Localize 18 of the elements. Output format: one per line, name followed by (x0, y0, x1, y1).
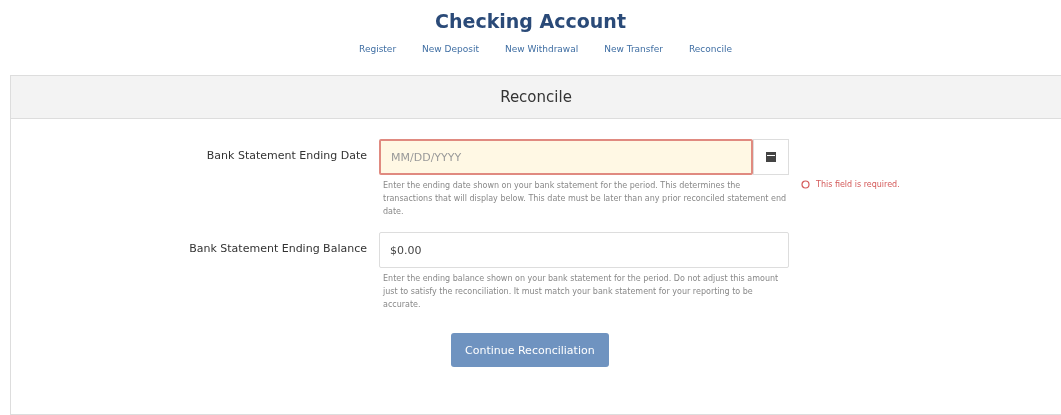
help-text: Enter the ending date shown on your bank statement for the period. This determines the transactions that will display below. This date must be later than any prior reconciled statement end date. (382, 180, 788, 218)
warning-icon (801, 180, 810, 189)
nav-link[interactable]: New Withdrawal (505, 44, 579, 54)
date-field[interactable]: MM/DD/YYYY (379, 139, 753, 175)
nav-link[interactable]: New Deposit (422, 44, 479, 54)
nav-link[interactable]: Register (359, 44, 397, 54)
error-message: This field is required. (816, 180, 900, 189)
nav-link[interactable]: New Transfer (604, 44, 663, 54)
panel-title: Reconcile (500, 88, 572, 106)
amount-field[interactable]: $0.00 (379, 232, 789, 268)
nav-link[interactable]: Reconcile (688, 44, 732, 54)
field-label: Bank Statement Ending Date (206, 148, 367, 164)
help-text: Enter the ending balance shown on your bank statement for the period. Do not adjust this amount just to satisfy the reconciliation. It must match your bank statement for your reporting to be accurate. (382, 273, 780, 311)
page-title: Checking Account (435, 10, 626, 32)
calendar-icon (766, 152, 776, 162)
field-label: Bank Statement Ending Balance (189, 241, 367, 257)
continue-button[interactable]: Continue Reconciliation (451, 333, 609, 367)
calendar-button[interactable] (753, 139, 789, 175)
